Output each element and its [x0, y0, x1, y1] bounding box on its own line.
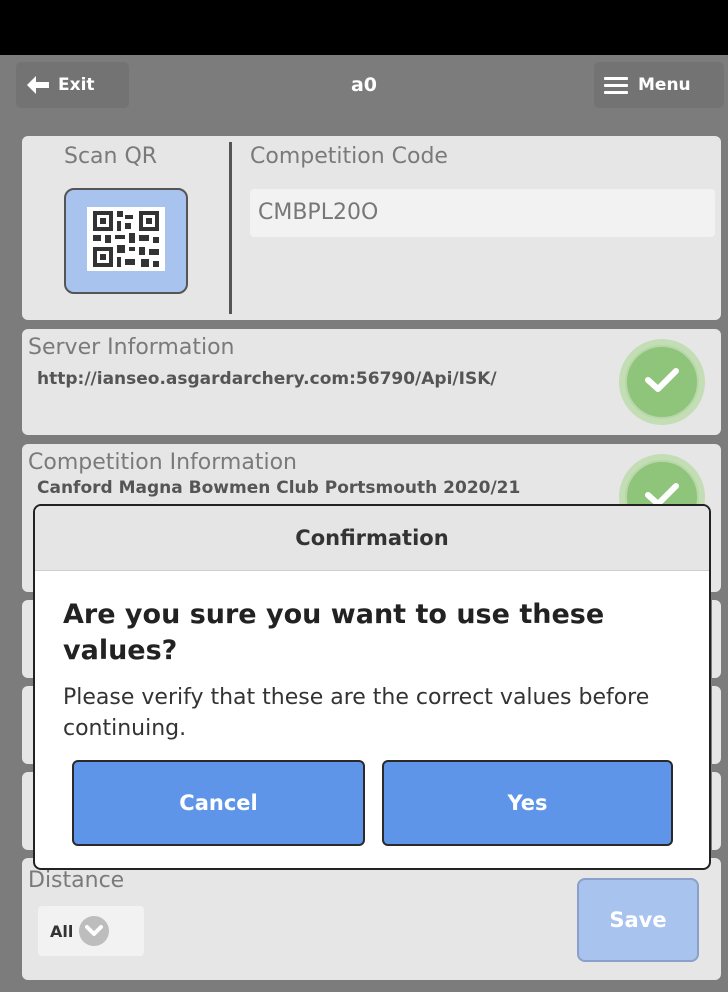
save-button[interactable]: Save [577, 878, 699, 962]
qr-code-icon [87, 207, 165, 275]
server-status [619, 339, 705, 425]
dialog-message: Please verify that these are the correct… [63, 685, 650, 741]
yes-button[interactable]: Yes [382, 760, 673, 846]
hamburger-icon [604, 76, 628, 94]
competition-code-input[interactable]: CMBPL20O [250, 189, 715, 237]
distance-select[interactable]: All [38, 906, 144, 956]
hidden-card-edge [712, 772, 721, 850]
check-icon [645, 367, 679, 397]
menu-label: Menu [638, 75, 691, 95]
server-info-card: Server Information http://ianseo.asgarda… [22, 329, 721, 435]
header-bar: Exit a0 Menu [0, 55, 728, 125]
dialog-title: Are you sure you want to use these value… [63, 599, 605, 666]
confirmation-dialog: Confirmation Are you sure you want to us… [33, 504, 711, 870]
distance-label: Distance [28, 868, 125, 893]
dialog-header: Confirmation [35, 506, 709, 571]
scan-qr-label: Scan QR [64, 144, 158, 169]
chevron-down-icon [79, 916, 110, 946]
server-url: http://ianseo.asgardarchery.com:56790/Ap… [37, 369, 497, 389]
menu-button[interactable]: Menu [594, 62, 724, 108]
server-info-label: Server Information [28, 335, 235, 360]
competition-name: Canford Magna Bowmen Club Portsmouth 202… [37, 478, 521, 498]
competition-info-label: Competition Information [28, 450, 297, 475]
code-card: Scan QR Competition Code CMBPL20O [22, 136, 721, 320]
status-bar [0, 0, 728, 55]
hidden-card-edge [712, 600, 721, 678]
vertical-divider [229, 142, 232, 314]
cancel-button[interactable]: Cancel [72, 760, 365, 846]
competition-code-label: Competition Code [250, 144, 448, 169]
scan-qr-button[interactable] [64, 188, 188, 294]
distance-value: All [50, 921, 74, 941]
distance-card: Distance All Save [22, 858, 721, 980]
hidden-card-edge [712, 686, 721, 764]
